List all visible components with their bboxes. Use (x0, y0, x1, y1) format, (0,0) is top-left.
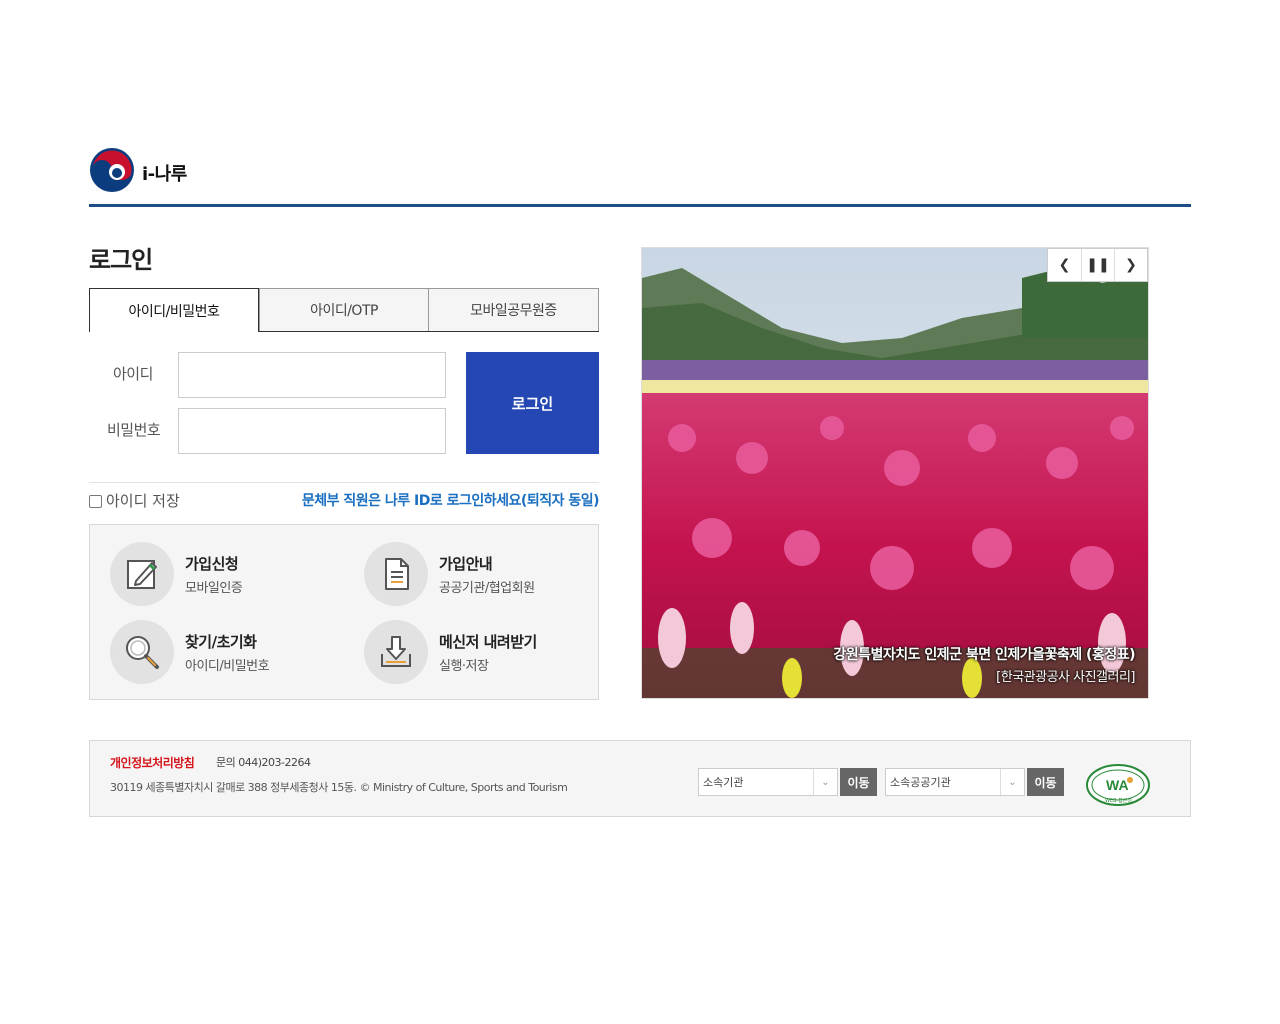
chevron-right-icon[interactable]: ❯ (1114, 249, 1147, 281)
tab-underline (259, 331, 599, 332)
login-title: 로그인 (89, 246, 153, 274)
chevron-left-icon[interactable]: ❮ (1048, 249, 1081, 281)
chevron-down-icon: ⌄ (1000, 769, 1024, 795)
menu-item-guide[interactable]: 가입안내 공공기관/협업회원 (364, 542, 535, 606)
menu-item-messenger[interactable]: 메신저 내려받기 실행·저장 (364, 620, 537, 684)
save-id-checkbox-row[interactable]: 아이디 저장 (89, 490, 180, 511)
menu-title: 가입안내 (439, 554, 493, 573)
wa-text: WA (1106, 777, 1129, 793)
menu-item-find[interactable]: 찾기/초기화 아이디/비밀번호 (110, 620, 270, 684)
public-org-select[interactable]: 소속공공기관 ⌄ (885, 768, 1025, 796)
menu-subtitle: 아이디/비밀번호 (185, 658, 270, 674)
tab-id-password[interactable]: 아이디/비밀번호 (89, 288, 259, 332)
staff-notice-link[interactable]: 문체부 직원은 나루 ID로 로그인하세요(퇴직자 동일) (302, 490, 600, 510)
menu-title: 메신저 내려받기 (439, 632, 537, 651)
magnifier-icon (110, 620, 174, 684)
password-label: 비밀번호 (107, 421, 161, 439)
contact-info: 문의 044)203-2264 (216, 756, 311, 769)
menu-title: 가입신청 (185, 554, 239, 573)
tab-id-otp[interactable]: 아이디/OTP (259, 288, 429, 332)
privacy-policy-link[interactable]: 개인정보처리방침 (110, 754, 195, 771)
menu-subtitle: 공공기관/협업회원 (439, 580, 535, 596)
save-id-label: 아이디 저장 (106, 492, 180, 510)
footer-address: 30119 세종특별자치시 갈매로 388 정부세종청사 15동. © Mini… (110, 781, 568, 794)
pause-icon[interactable]: ❚❚ (1081, 249, 1114, 281)
id-input[interactable] (178, 352, 446, 398)
divider (89, 482, 599, 483)
password-input[interactable] (178, 408, 446, 454)
select-value: 소속공공기관 (890, 776, 951, 789)
chevron-down-icon: ⌄ (813, 769, 837, 795)
photo-caption: 강원특별자치도 인제군 북면 인제가을꽃축제 (홍정표) (833, 647, 1135, 663)
menu-subtitle: 실행·저장 (439, 658, 489, 674)
site-header: i-나루 (89, 146, 1191, 207)
photo-slider: ❮ ❚❚ ❯ 강원특별자치도 인제군 북면 인제가을꽃축제 (홍정표) [한국관… (641, 247, 1149, 699)
download-icon (364, 620, 428, 684)
photo-credit: [한국관광공사 사진갤러리] (996, 670, 1135, 685)
go-button-2[interactable]: 이동 (1027, 768, 1064, 796)
menu-subtitle: 모바일인증 (185, 580, 243, 596)
select-value: 소속기관 (703, 776, 744, 789)
login-tabs: 아이디/비밀번호 아이디/OTP 모바일공무원증 (89, 288, 599, 332)
site-footer: 개인정보처리방침 문의 044)203-2264 30119 세종특별자치시 갈… (89, 740, 1191, 817)
tab-mobile-id[interactable]: 모바일공무원증 (429, 288, 599, 332)
site-logo-text[interactable]: i-나루 (142, 160, 187, 186)
page-container: i-나루 로그인 아이디/비밀번호 아이디/OTP 모바일공무원증 아이디 비밀… (89, 0, 1191, 1024)
quick-menu: 가입신청 모바일인증 가입안내 공공기관/협업회원 찾기/초기화 아이디/비밀번… (89, 524, 599, 700)
slider-controls: ❮ ❚❚ ❯ (1047, 248, 1148, 282)
flower-festival-photo (642, 248, 1148, 698)
web-accessibility-mark-icon: WA WEB 접근성 (1086, 764, 1150, 806)
id-label: 아이디 (113, 365, 153, 383)
pencil-icon (110, 542, 174, 606)
menu-item-signup[interactable]: 가입신청 모바일인증 (110, 542, 243, 606)
save-id-checkbox[interactable] (89, 495, 102, 508)
wa-subtext: WEB 접근성 (1105, 797, 1132, 804)
menu-title: 찾기/초기화 (185, 632, 257, 651)
document-icon (364, 542, 428, 606)
login-button[interactable]: 로그인 (466, 352, 599, 454)
affiliated-org-select[interactable]: 소속기관 ⌄ (698, 768, 838, 796)
government-emblem-icon (90, 148, 134, 192)
go-button-1[interactable]: 이동 (840, 768, 877, 796)
